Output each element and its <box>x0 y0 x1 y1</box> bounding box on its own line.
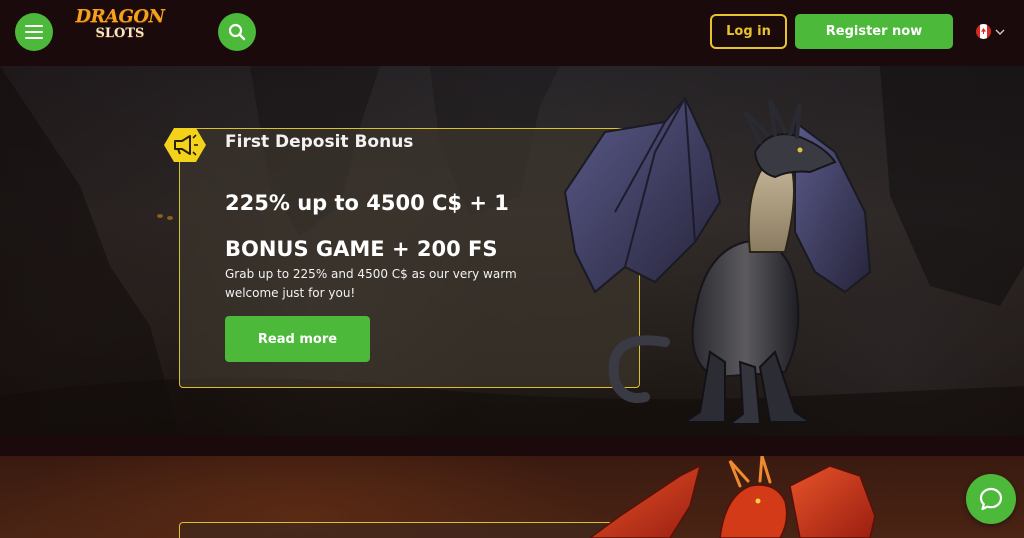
promo-description: Grab up to 225% and 4500 C$ as our very … <box>225 267 517 300</box>
promo-label: First Deposit Bonus <box>225 132 414 152</box>
live-chat-button[interactable] <box>966 474 1016 524</box>
site-logo[interactable]: DRAGON SLOTS <box>72 8 168 48</box>
red-dragon-illustration <box>590 456 876 538</box>
chat-icon <box>979 487 1003 511</box>
language-selector[interactable] <box>976 24 1005 39</box>
menu-icon-bar <box>25 25 43 27</box>
logo-text-bottom: SLOTS <box>95 26 145 41</box>
read-more-button[interactable]: Read more <box>225 316 370 362</box>
search-icon <box>228 23 246 41</box>
site-header: DRAGON SLOTS Log in Register now <box>0 0 1024 66</box>
search-button[interactable] <box>218 13 256 51</box>
megaphone-icon <box>164 128 206 162</box>
menu-button[interactable] <box>15 13 53 51</box>
promo-card-second <box>179 522 640 538</box>
chevron-down-icon <box>995 29 1005 35</box>
menu-icon-bar <box>25 37 43 39</box>
dragon-illustration <box>563 96 872 425</box>
menu-icon-bar <box>25 31 43 33</box>
login-button[interactable]: Log in <box>710 14 787 49</box>
canada-flag-icon <box>976 24 991 39</box>
logo-text-top: DRAGON <box>75 6 165 27</box>
register-button[interactable]: Register now <box>795 14 953 49</box>
